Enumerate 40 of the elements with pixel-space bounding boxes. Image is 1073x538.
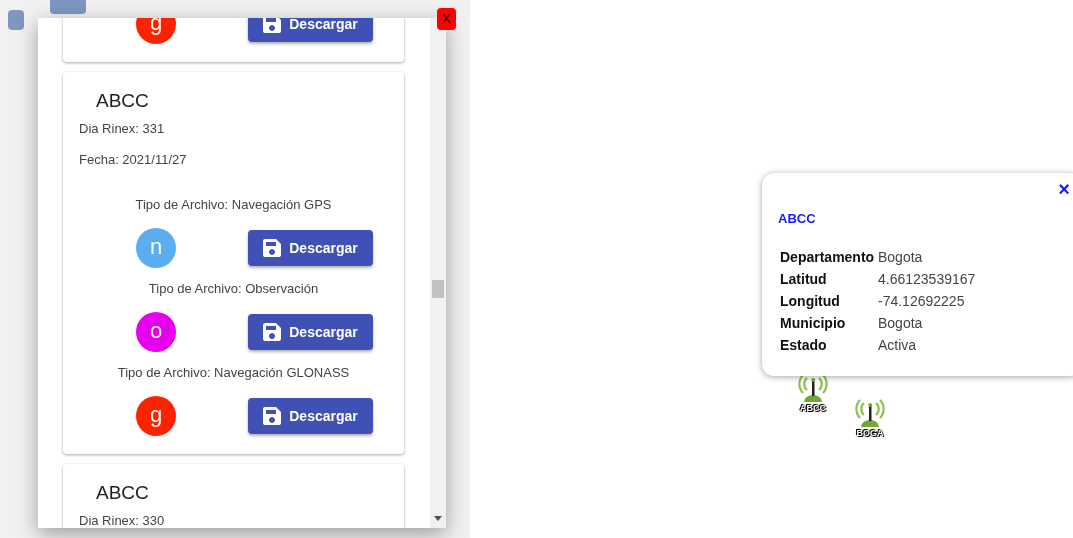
file-letter-avatar: g [136, 396, 176, 436]
field-value: Bogota [878, 248, 924, 267]
station-title: ABCC [95, 89, 150, 113]
marker-label: ABCC [800, 402, 826, 414]
file-type: Tipo de Archivo: Observación [147, 280, 320, 298]
save-icon [263, 239, 282, 257]
file-letter-avatar: g [136, 18, 176, 44]
map-button[interactable] [8, 10, 24, 30]
field-label: Departamento [780, 248, 876, 267]
field-label: Longitud [780, 292, 841, 311]
download-button[interactable]: Descargar [248, 18, 373, 42]
save-icon [263, 18, 282, 33]
save-icon [263, 323, 282, 341]
scroll-down-icon[interactable] [434, 516, 442, 521]
download-button[interactable]: Descargar [248, 398, 373, 434]
file-letter-avatar: o [136, 312, 176, 352]
field-label: Municipio [780, 314, 847, 333]
popup-title: ABCC [778, 210, 816, 228]
field-value: Bogota [878, 314, 924, 333]
map-button[interactable] [50, 0, 86, 14]
scrollbar-thumb[interactable] [432, 280, 444, 298]
close-icon[interactable]: × [1058, 177, 1070, 201]
file-letter-avatar: n [136, 228, 176, 268]
marker-label: BOGA [856, 427, 884, 439]
antenna-icon [853, 397, 887, 427]
field-value: Activa [878, 336, 918, 355]
field-value: 4.66123539167 [878, 270, 976, 289]
date-text: Fecha: 2021/11/27 [78, 151, 188, 169]
save-icon [263, 407, 282, 425]
field-label: Estado [780, 336, 828, 355]
file-type: Tipo de Archivo: Navegación GPS [134, 196, 333, 214]
download-button[interactable]: Descargar [248, 314, 373, 350]
field-label: Latitud [780, 270, 828, 289]
rinex-day: Dia Rinex: 331 [63, 119, 404, 139]
file-type: Tipo de Archivo: Navegación GLONASS [116, 364, 351, 382]
rinex-day: Dia Rinex: 330 [63, 511, 404, 528]
field-value: -74.12692225 [878, 292, 966, 311]
download-button[interactable]: Descargar [248, 230, 373, 266]
close-button[interactable]: X [437, 8, 456, 30]
station-title: ABCC [95, 481, 150, 505]
